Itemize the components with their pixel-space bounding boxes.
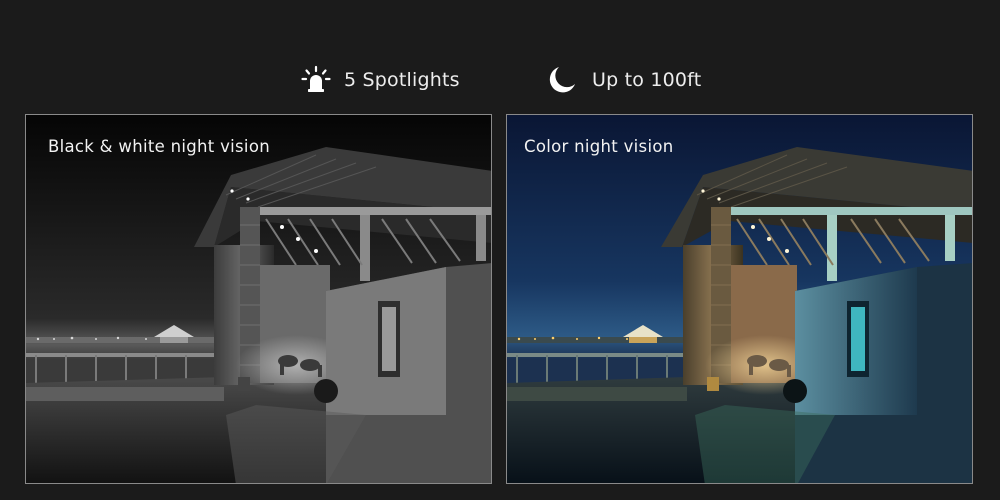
color-night-vision-panel: Color night vision bbox=[506, 114, 973, 484]
color-night-photo bbox=[507, 115, 972, 483]
feature-spotlights-label: 5 Spotlights bbox=[344, 69, 460, 91]
color-panel-label: Color night vision bbox=[524, 137, 674, 156]
moon-icon bbox=[549, 67, 575, 93]
bw-night-photo bbox=[26, 115, 491, 483]
feature-range: Up to 100ft bbox=[546, 58, 701, 102]
feature-spotlights: 5 Spotlights bbox=[300, 58, 460, 102]
spotlight-icon bbox=[301, 65, 331, 92]
bw-night-vision-panel: Black & white night vision bbox=[25, 114, 492, 484]
bw-panel-label: Black & white night vision bbox=[48, 137, 270, 156]
promo-banner: 5 Spotlights Up to 100ft Black & white n… bbox=[0, 0, 1000, 500]
feature-row: 5 Spotlights Up to 100ft bbox=[0, 58, 1000, 102]
feature-range-label: Up to 100ft bbox=[592, 69, 702, 91]
